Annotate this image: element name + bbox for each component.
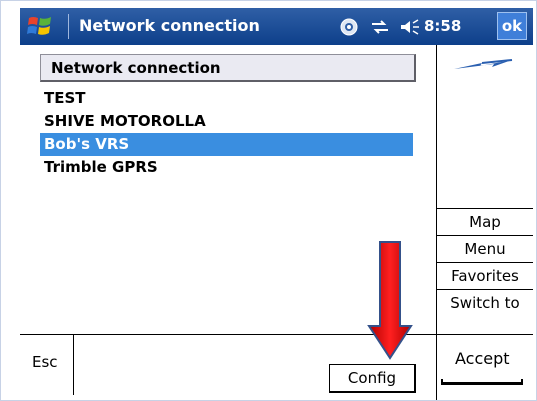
title-separator	[68, 14, 69, 39]
clock-time[interactable]: 8:58	[424, 17, 461, 35]
speaker-icon[interactable]	[399, 18, 421, 36]
window-title: Network connection	[79, 16, 260, 35]
list-item-selected[interactable]: Bob's VRS	[40, 133, 413, 156]
red-down-arrow-annotation	[367, 241, 413, 360]
esc-button[interactable]: Esc	[22, 335, 74, 395]
map-button[interactable]: Map	[437, 208, 533, 235]
list-header: Network connection	[40, 54, 416, 82]
accept-button[interactable]: Accept	[433, 335, 533, 395]
windows-start-icon[interactable]	[26, 14, 54, 39]
connectivity-icon[interactable]	[370, 18, 390, 36]
menu-button[interactable]: Menu	[437, 235, 533, 262]
accept-softkey-bar	[441, 379, 523, 385]
sync-icon[interactable]	[340, 18, 358, 36]
list-item[interactable]: SHIVE MOTOROLLA	[40, 110, 413, 133]
title-bar: Network connection 8:58 ok	[20, 8, 533, 45]
switch-to-button[interactable]: Switch to	[437, 289, 533, 316]
signal-lightning-icon	[454, 59, 513, 69]
connection-list: TEST SHIVE MOTOROLLA Bob's VRS Trimble G…	[40, 87, 413, 179]
config-button[interactable]: Config	[329, 364, 416, 393]
favorites-button[interactable]: Favorites	[437, 262, 533, 289]
ok-button[interactable]: ok	[497, 12, 527, 40]
accept-label: Accept	[455, 349, 510, 368]
list-item[interactable]: Trimble GPRS	[40, 156, 413, 179]
list-item[interactable]: TEST	[40, 87, 413, 110]
pda-screen: Network connection 8:58 ok Network conne…	[0, 0, 537, 401]
